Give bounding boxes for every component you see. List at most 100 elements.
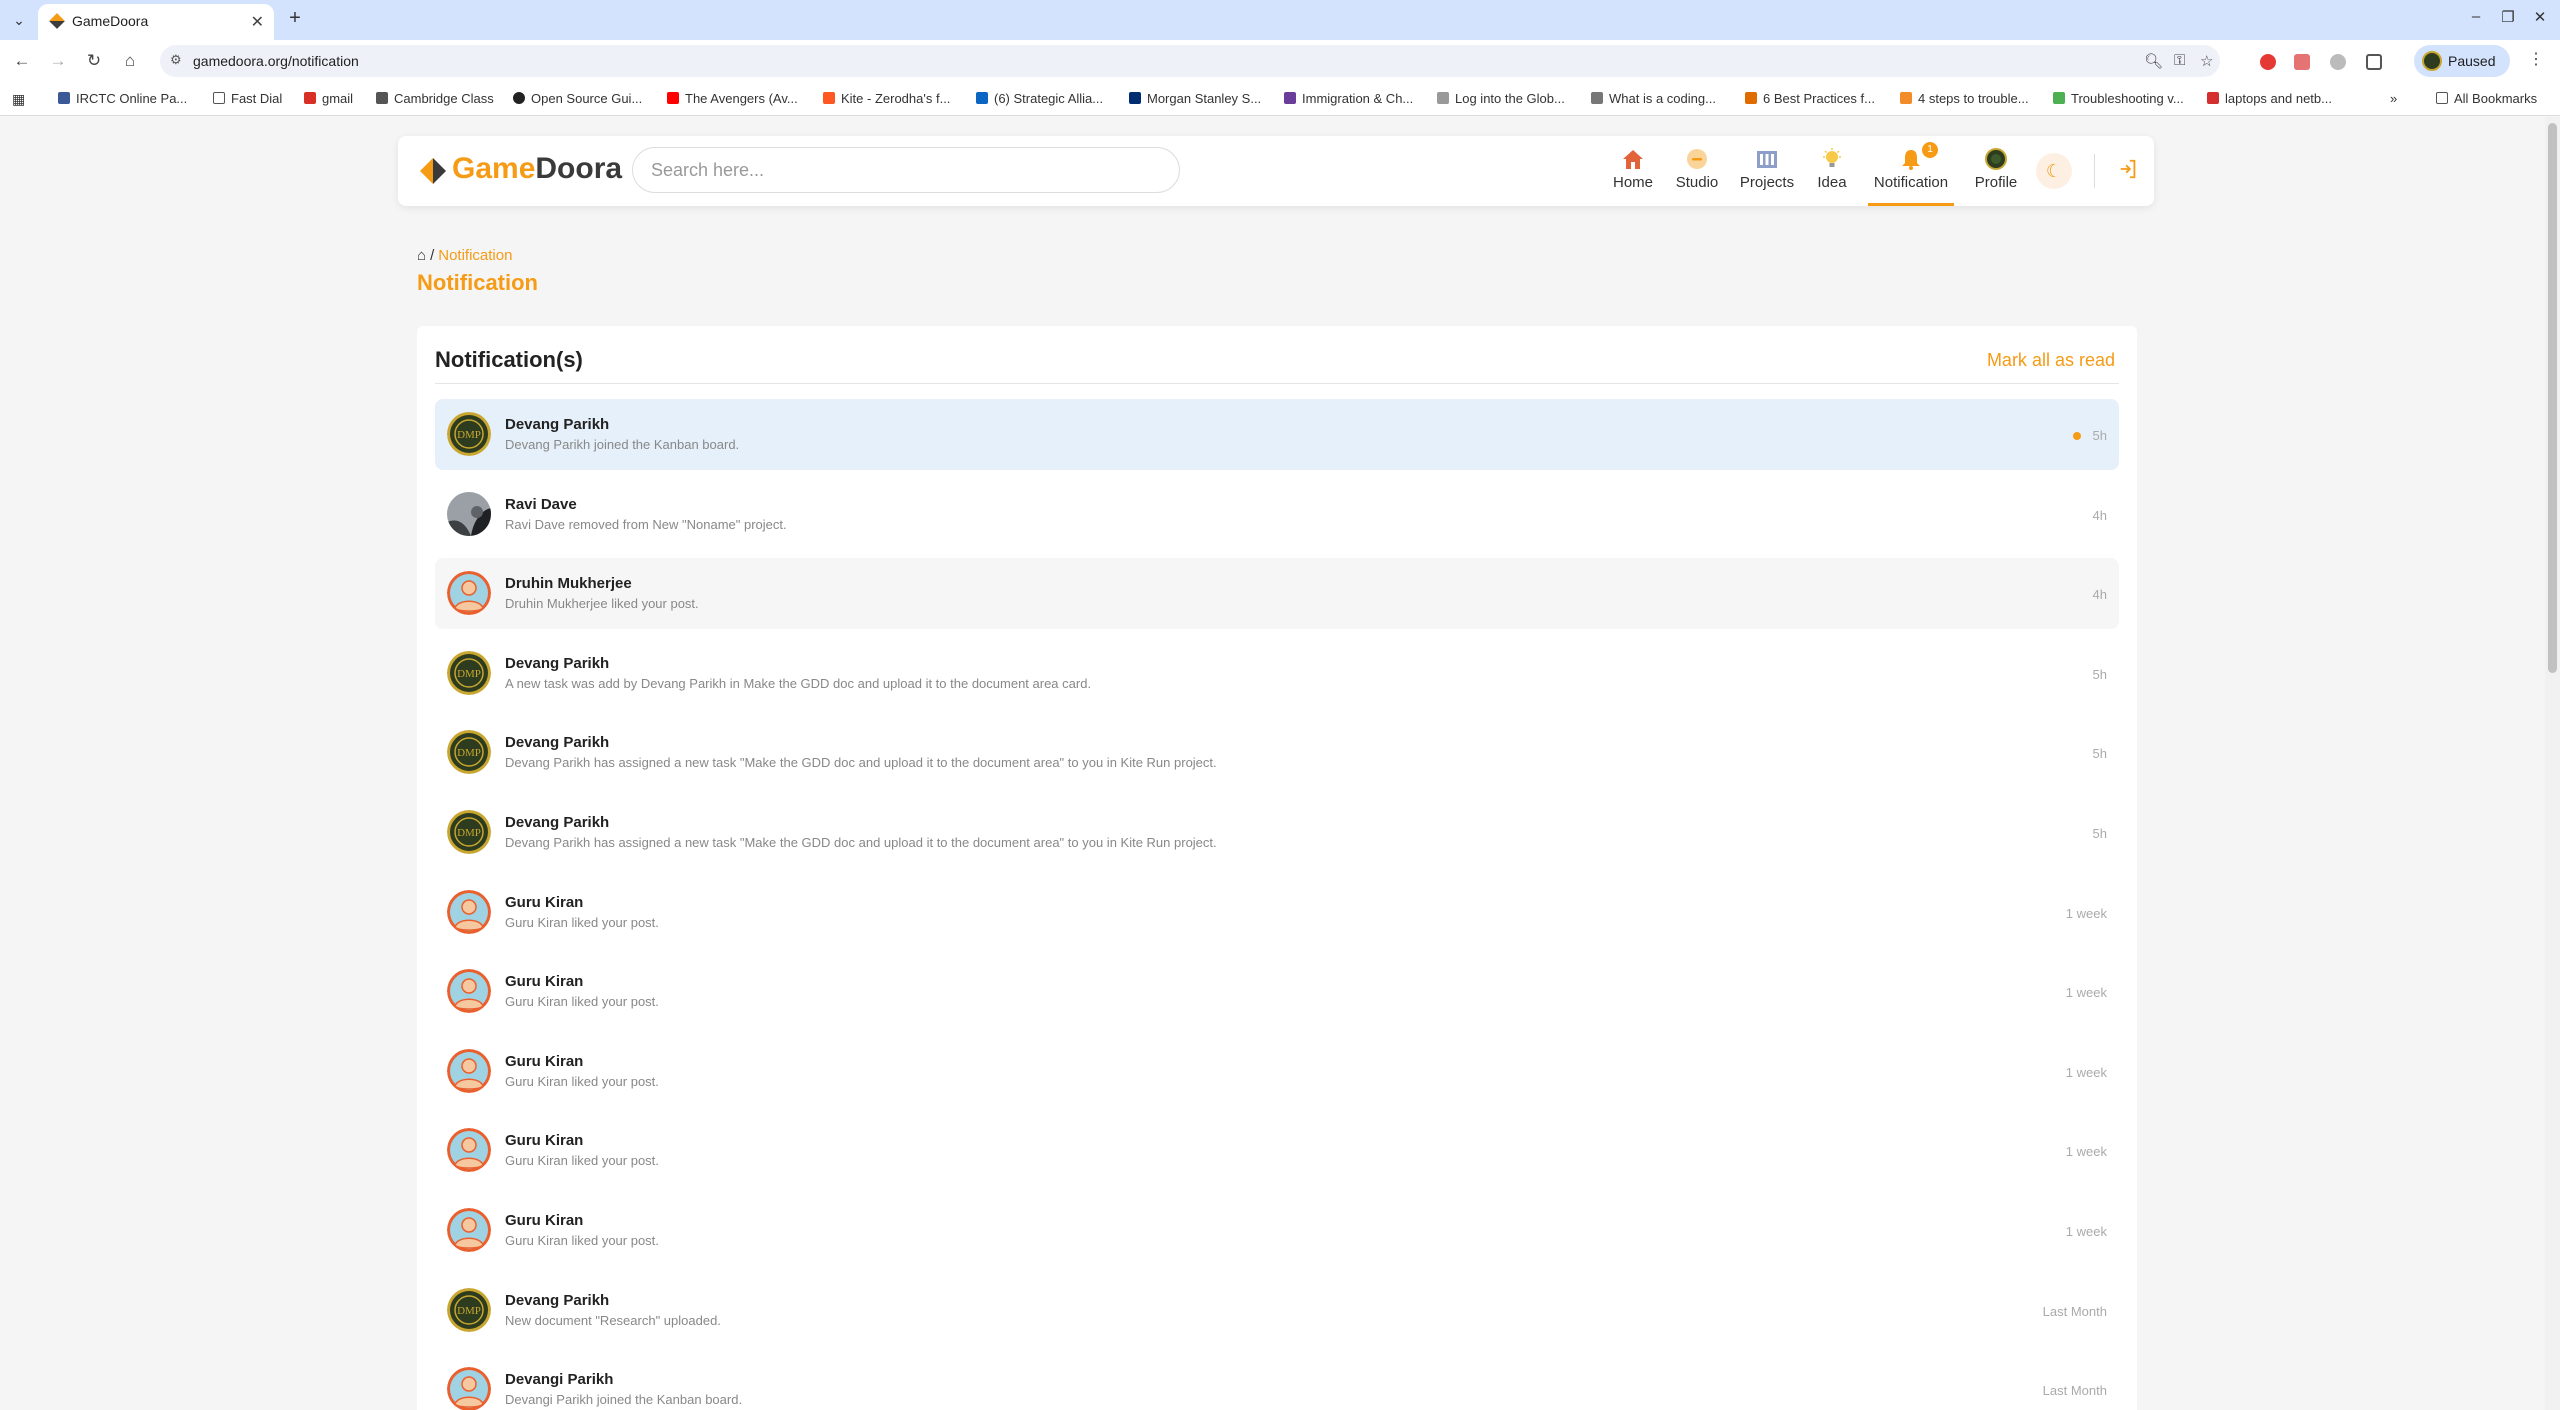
notification-sender-name[interactable]: Devang Parikh bbox=[505, 734, 609, 751]
logout-icon[interactable] bbox=[2116, 158, 2140, 182]
svg-text:DMP: DMP bbox=[457, 747, 481, 759]
bookmark-item[interactable]: Troubleshooting v... bbox=[2053, 91, 2184, 106]
address-bar[interactable]: ⚙ gamedoora.org/notification 🔍︎ ⚿ ☆ bbox=[160, 45, 2220, 77]
avatar[interactable]: DMP bbox=[447, 1287, 491, 1332]
notification-row[interactable]: DMP Devang Parikh Devang Parikh joined the… bbox=[435, 399, 2119, 470]
page-scrollbar[interactable] bbox=[2545, 117, 2560, 1410]
all-bookmarks-folder[interactable]: All Bookmarks bbox=[2436, 91, 2537, 106]
notification-row[interactable]: Devangi Parikh Devangi Parikh joined the … bbox=[435, 1354, 2119, 1410]
forward-icon[interactable]: → bbox=[46, 49, 70, 73]
opera-extension-icon[interactable] bbox=[2260, 54, 2276, 70]
restore-icon[interactable]: ❐ bbox=[2496, 8, 2520, 26]
notification-sender-name[interactable]: Guru Kiran bbox=[505, 1212, 583, 1229]
bookmark-item[interactable]: Morgan Stanley S... bbox=[1129, 91, 1261, 106]
bookmark-item[interactable]: What is a coding... bbox=[1591, 91, 1716, 106]
avatar[interactable] bbox=[447, 969, 491, 1014]
dark-mode-moon-icon[interactable]: ☾ bbox=[2036, 153, 2072, 189]
notification-sender-name[interactable]: Devangi Parikh bbox=[505, 1371, 613, 1388]
nav-profile[interactable]: Profile bbox=[1970, 144, 2022, 206]
bookmark-item[interactable]: Kite - Zerodha's f... bbox=[823, 91, 950, 106]
notification-row[interactable]: DMP Devang Parikh Devang Parikh has assign… bbox=[435, 797, 2119, 868]
notification-row[interactable]: Guru Kiran Guru Kiran liked your post. 1 w… bbox=[435, 1036, 2119, 1107]
bookmark-item[interactable]: The Avengers (Av... bbox=[667, 91, 798, 106]
breadcrumb-home-icon[interactable]: ⌂ bbox=[417, 247, 426, 264]
avatar[interactable] bbox=[447, 1128, 491, 1173]
new-tab-icon[interactable]: + bbox=[282, 7, 308, 30]
password-key-icon[interactable]: ⚿ bbox=[2174, 52, 2185, 69]
window-close-icon[interactable]: ✕ bbox=[2528, 8, 2552, 26]
notification-row[interactable]: Druhin Mukherjee Druhin Mukherjee liked y… bbox=[435, 558, 2119, 630]
nav-idea[interactable]: Idea bbox=[1812, 144, 1852, 206]
search-input[interactable] bbox=[632, 147, 1180, 193]
notification-message: Devang Parikh has assigned a new task "M… bbox=[505, 755, 1217, 771]
notification-time: 1 week bbox=[2065, 1144, 2107, 1160]
avatar[interactable]: DMP bbox=[447, 412, 491, 456]
browser-tab[interactable]: GameDoora ✕ bbox=[38, 4, 274, 40]
notification-row[interactable]: Guru Kiran Guru Kiran liked your post. 1 w… bbox=[435, 956, 2119, 1027]
notification-row[interactable]: DMP Devang Parikh New document "Research" … bbox=[435, 1275, 2119, 1346]
site-info-icon[interactable]: ⚙ bbox=[170, 52, 182, 68]
url-text[interactable]: gamedoora.org/notification bbox=[193, 53, 359, 69]
chat-extension-icon[interactable] bbox=[2330, 54, 2346, 70]
nav-studio[interactable]: Studio bbox=[1671, 144, 1723, 206]
mark-all-read-button[interactable]: Mark all as read bbox=[1987, 350, 2115, 371]
notification-sender-name[interactable]: Devang Parikh bbox=[505, 655, 609, 672]
bookmark-item[interactable]: Immigration & Ch... bbox=[1284, 91, 1413, 106]
bookmark-item[interactable]: 4 steps to trouble... bbox=[1900, 91, 2029, 106]
more-bookmarks-icon[interactable]: » bbox=[2390, 91, 2397, 106]
bookmark-folder[interactable]: Fast Dial bbox=[213, 91, 282, 106]
notification-sender-name[interactable]: Devang Parikh bbox=[505, 814, 609, 831]
notification-message: A new task was add by Devang Parikh in M… bbox=[505, 675, 1092, 691]
notification-row[interactable]: Guru Kiran Guru Kiran liked your post. 1 w… bbox=[435, 1195, 2119, 1266]
bookmark-item[interactable]: (6) Strategic Allia... bbox=[976, 91, 1103, 106]
tab-search-chevron-icon[interactable]: ⌄ bbox=[6, 8, 32, 32]
avatar[interactable] bbox=[447, 1208, 491, 1252]
bookmark-item[interactable]: Cambridge Class bbox=[376, 91, 494, 106]
profile-paused-button[interactable]: Paused bbox=[2414, 45, 2510, 77]
avatar[interactable] bbox=[447, 1367, 491, 1410]
notification-sender-name[interactable]: Ravi Dave bbox=[505, 496, 577, 513]
browser-menu-icon[interactable]: ⋮ bbox=[2528, 49, 2544, 69]
avatar[interactable] bbox=[447, 1048, 491, 1093]
notification-row[interactable]: Guru Kiran Guru Kiran liked your post. 1 w… bbox=[435, 1115, 2119, 1186]
notification-sender-name[interactable]: Guru Kiran bbox=[505, 1053, 583, 1070]
back-icon[interactable]: ← bbox=[10, 49, 34, 73]
bookmark-item[interactable]: laptops and netb... bbox=[2207, 91, 2332, 106]
avatar[interactable]: DMP bbox=[447, 810, 491, 854]
avatar[interactable] bbox=[447, 571, 491, 616]
zoom-icon[interactable]: 🔍︎ bbox=[2144, 52, 2163, 70]
avatar[interactable]: DMP bbox=[447, 730, 491, 775]
bookmark-item[interactable]: IRCTC Online Pa... bbox=[58, 91, 187, 106]
video-extension-icon[interactable] bbox=[2294, 54, 2310, 70]
apps-grid-icon[interactable]: ▦ bbox=[12, 91, 25, 108]
avatar[interactable]: DMP bbox=[447, 650, 491, 695]
close-tab-icon[interactable]: ✕ bbox=[251, 12, 264, 32]
scrollbar-thumb[interactable] bbox=[2548, 123, 2557, 673]
site-header: GameDoora Home Studio Projects Idea 1 No… bbox=[398, 136, 2154, 206]
minimize-icon[interactable]: – bbox=[2464, 8, 2488, 25]
bookmark-star-icon[interactable]: ☆ bbox=[2200, 52, 2213, 70]
notification-row[interactable]: DMP Devang Parikh A new task was add by De… bbox=[435, 638, 2119, 709]
nav-notification[interactable]: 1 Notification bbox=[1868, 142, 1954, 206]
nav-home[interactable]: Home bbox=[1608, 144, 1658, 206]
extensions-puzzle-icon[interactable] bbox=[2366, 54, 2382, 70]
notification-sender-name[interactable]: Devang Parikh bbox=[505, 416, 609, 433]
bookmark-item[interactable]: Log into the Glob... bbox=[1437, 91, 1565, 106]
nav-projects[interactable]: Projects bbox=[1736, 144, 1798, 206]
avatar[interactable] bbox=[447, 491, 491, 536]
bookmark-item[interactable]: gmail bbox=[304, 91, 353, 106]
notification-row[interactable]: DMP Devang Parikh Devang Parikh has assign… bbox=[435, 717, 2119, 788]
avatar[interactable] bbox=[447, 889, 491, 934]
notification-count-badge: 1 bbox=[1922, 142, 1938, 158]
notification-sender-name[interactable]: Guru Kiran bbox=[505, 894, 583, 911]
bookmark-item[interactable]: Open Source Gui... bbox=[513, 91, 642, 106]
notification-sender-name[interactable]: Guru Kiran bbox=[505, 1132, 583, 1149]
reload-icon[interactable]: ↻ bbox=[82, 49, 106, 73]
notification-row[interactable]: Ravi Dave Ravi Dave removed from New "Non… bbox=[435, 479, 2119, 550]
notification-sender-name[interactable]: Devang Parikh bbox=[505, 1292, 609, 1309]
notification-sender-name[interactable]: Druhin Mukherjee bbox=[505, 575, 632, 592]
bookmark-item[interactable]: 6 Best Practices f... bbox=[1745, 91, 1875, 106]
notification-row[interactable]: Guru Kiran Guru Kiran liked your post. 1 w… bbox=[435, 877, 2119, 948]
home-browser-icon[interactable]: ⌂ bbox=[118, 49, 142, 73]
notification-sender-name[interactable]: Guru Kiran bbox=[505, 973, 583, 990]
